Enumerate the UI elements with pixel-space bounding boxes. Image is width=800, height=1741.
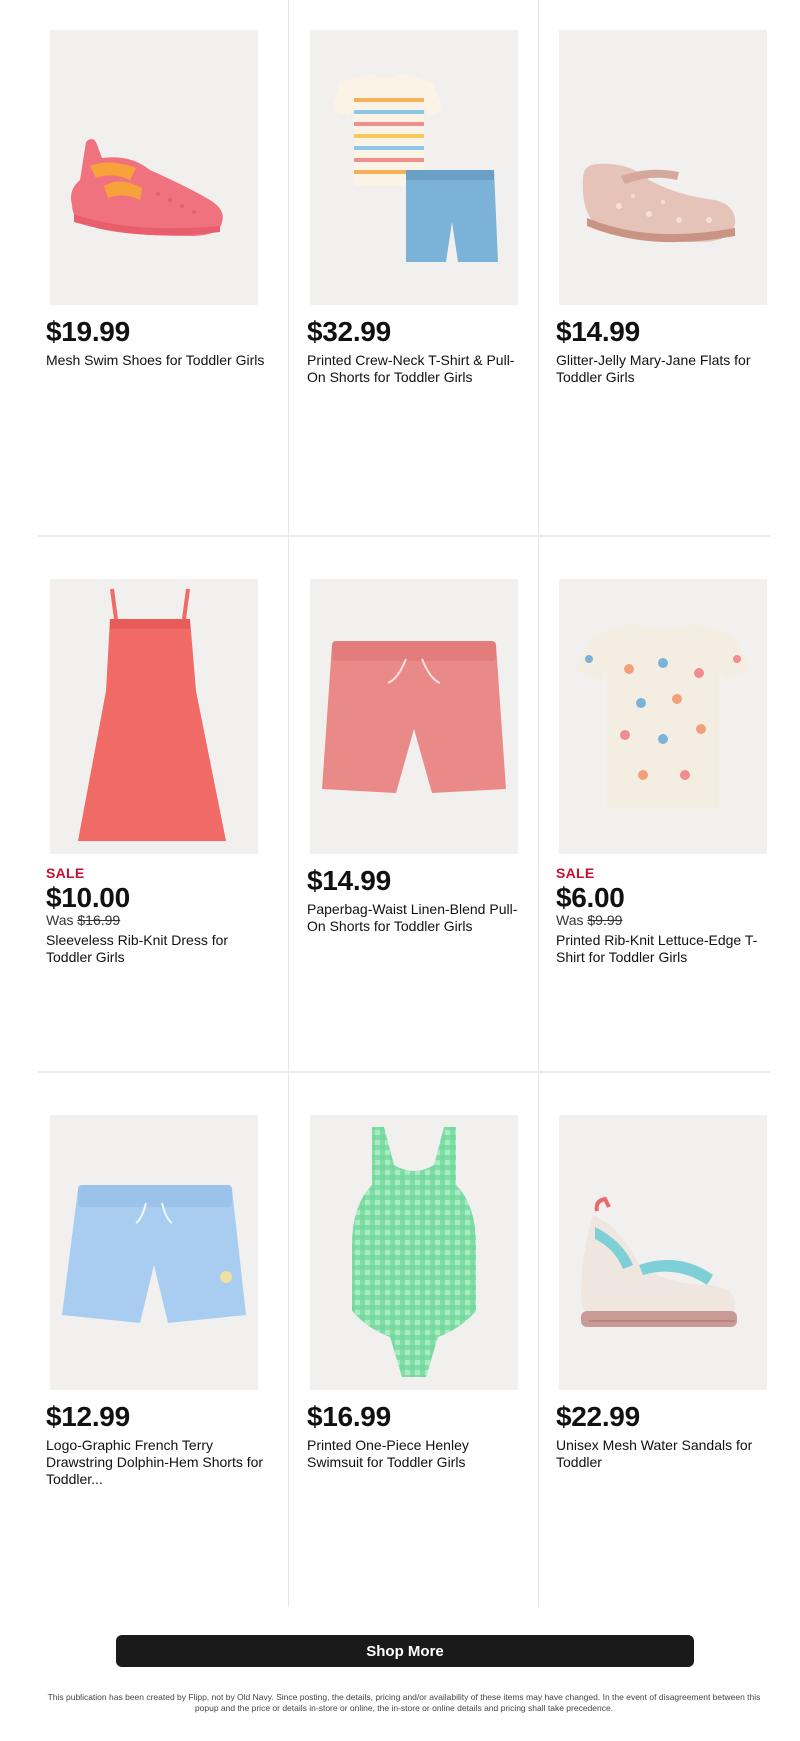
product-info: $14.99 Paperbag-Waist Linen-Blend Pull-O…: [307, 865, 527, 935]
sale-badge: SALE: [46, 865, 85, 881]
product-price: $19.99: [46, 316, 130, 347]
product-image[interactable]: [559, 579, 767, 854]
product-info: SALE $6.00 Was $9.99 Printed Rib-Knit Le…: [556, 865, 776, 966]
product-price: $14.99: [556, 316, 640, 347]
terry-shorts-icon: [62, 1185, 246, 1323]
was-price-value: $9.99: [587, 912, 623, 928]
product-name[interactable]: Paperbag-Waist Linen-Blend Pull-On Short…: [307, 901, 527, 935]
product-info: $32.99 Printed Crew-Neck T-Shirt & Pull-…: [307, 316, 527, 386]
product-price: $10.00: [46, 882, 130, 913]
product-card[interactable]: $14.99 Paperbag-Waist Linen-Blend Pull-O…: [288, 537, 539, 1071]
product-info: $12.99 Logo-Graphic French Terry Drawstr…: [46, 1401, 266, 1488]
product-image[interactable]: [310, 1115, 518, 1390]
product-name[interactable]: Glitter-Jelly Mary-Jane Flats for Toddle…: [556, 352, 776, 386]
shop-more-button[interactable]: Shop More: [116, 1635, 694, 1667]
product-price: $14.99: [307, 865, 391, 896]
product-price: $32.99: [307, 316, 391, 347]
was-label: Was: [556, 912, 584, 928]
product-row: SALE $10.00 Was $16.99 Sleeveless Rib-Kn…: [38, 535, 770, 1071]
product-image[interactable]: [310, 579, 518, 854]
product-price: $6.00: [556, 882, 625, 913]
product-image[interactable]: [50, 1115, 258, 1390]
product-row: $19.99 Mesh Swim Shoes for Toddler Girls: [38, 0, 770, 535]
was-label: Was: [46, 912, 74, 928]
product-card[interactable]: $16.99 Printed One-Piece Henley Swimsuit…: [288, 1073, 539, 1607]
product-card[interactable]: $19.99 Mesh Swim Shoes for Toddler Girls: [38, 0, 288, 535]
product-info: SALE $10.00 Was $16.99 Sleeveless Rib-Kn…: [46, 865, 266, 966]
product-image[interactable]: [559, 30, 767, 305]
product-info: $14.99 Glitter-Jelly Mary-Jane Flats for…: [556, 316, 776, 386]
product-name[interactable]: Mesh Swim Shoes for Toddler Girls: [46, 352, 266, 369]
floral-tee-icon: [575, 623, 751, 809]
product-price: $22.99: [556, 1401, 640, 1432]
tee-and-shorts-icon: [332, 74, 498, 262]
sale-badge: SALE: [556, 865, 595, 881]
product-image[interactable]: [50, 30, 258, 305]
product-name[interactable]: Printed One-Piece Henley Swimsuit for To…: [307, 1437, 527, 1471]
was-price-value: $16.99: [77, 912, 121, 928]
linen-shorts-icon: [322, 641, 506, 793]
product-card[interactable]: SALE $10.00 Was $16.99 Sleeveless Rib-Kn…: [38, 537, 288, 1071]
product-row: $12.99 Logo-Graphic French Terry Drawstr…: [38, 1071, 770, 1607]
product-name[interactable]: Printed Crew-Neck T-Shirt & Pull-On Shor…: [307, 352, 527, 386]
product-name[interactable]: Printed Rib-Knit Lettuce-Edge T-Shirt fo…: [556, 932, 776, 966]
product-info: $16.99 Printed One-Piece Henley Swimsuit…: [307, 1401, 527, 1471]
was-price: Was $9.99: [556, 912, 776, 928]
product-price: $12.99: [46, 1401, 130, 1432]
gingham-swimsuit-icon: [352, 1127, 476, 1377]
product-info: $19.99 Mesh Swim Shoes for Toddler Girls: [46, 316, 266, 369]
product-image[interactable]: [310, 30, 518, 305]
product-image[interactable]: [50, 579, 258, 854]
disclaimer-text: This publication has been created by Fli…: [47, 1692, 761, 1713]
product-name[interactable]: Sleeveless Rib-Knit Dress for Toddler Gi…: [46, 932, 266, 966]
product-card[interactable]: $32.99 Printed Crew-Neck T-Shirt & Pull-…: [288, 0, 539, 535]
product-price: $16.99: [307, 1401, 391, 1432]
product-card[interactable]: SALE $6.00 Was $9.99 Printed Rib-Knit Le…: [539, 537, 770, 1071]
dress-icon: [78, 588, 226, 841]
product-image[interactable]: [559, 1115, 767, 1390]
product-card[interactable]: $22.99 Unisex Mesh Water Sandals for Tod…: [539, 1073, 770, 1607]
product-info: $22.99 Unisex Mesh Water Sandals for Tod…: [556, 1401, 776, 1471]
product-name[interactable]: Logo-Graphic French Terry Drawstring Dol…: [46, 1437, 266, 1488]
product-card[interactable]: $12.99 Logo-Graphic French Terry Drawstr…: [38, 1073, 288, 1607]
product-card[interactable]: $14.99 Glitter-Jelly Mary-Jane Flats for…: [539, 0, 770, 535]
swim-shoe-icon: [71, 139, 223, 236]
product-name[interactable]: Unisex Mesh Water Sandals for Toddler: [556, 1437, 776, 1471]
jelly-flat-icon: [582, 163, 736, 243]
product-grid: $19.99 Mesh Swim Shoes for Toddler Girls: [38, 0, 770, 1607]
water-sandal-icon: [581, 1196, 737, 1327]
was-price: Was $16.99: [46, 912, 266, 928]
